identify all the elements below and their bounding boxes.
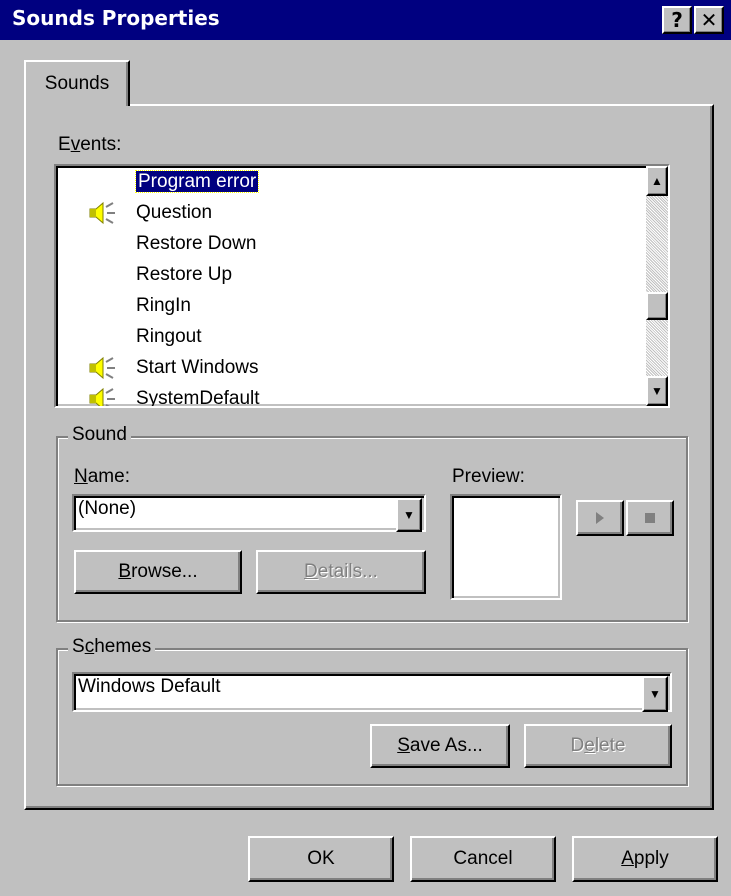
event-item[interactable]: Restore Up xyxy=(136,261,232,289)
stop-icon xyxy=(645,513,655,523)
schemes-value: Windows Default xyxy=(78,676,221,697)
event-item[interactable]: Start Windows xyxy=(89,354,259,382)
tab-sounds-label: Sounds xyxy=(44,73,110,94)
chevron-down-icon: ▼ xyxy=(403,508,415,522)
preview-label: Preview: xyxy=(452,466,525,487)
browse-button[interactable]: Browse... xyxy=(74,550,242,594)
events-scrollbar[interactable]: ▲ ▼ xyxy=(646,166,668,406)
event-item[interactable]: SystemDefault xyxy=(89,385,260,408)
event-item-label: Start Windows xyxy=(136,357,259,378)
schemes-dropdown-button[interactable]: ▼ xyxy=(642,676,668,712)
sound-group-title: Sound xyxy=(68,424,131,446)
scroll-down-icon: ▼ xyxy=(651,384,663,398)
event-item[interactable]: Ringout xyxy=(136,323,202,351)
speaker-icon xyxy=(89,387,115,406)
event-item-label: Ringout xyxy=(136,326,202,347)
delete-button[interactable]: De lete xyxy=(524,724,672,768)
close-icon: ✕ xyxy=(700,8,718,32)
event-item-label: RingIn xyxy=(136,295,191,316)
play-button[interactable] xyxy=(576,500,624,536)
event-item[interactable]: Question xyxy=(89,199,213,227)
event-item-label: Restore Up xyxy=(136,264,233,285)
cancel-button[interactable]: Cancel xyxy=(410,836,556,882)
tab-sounds[interactable]: Sounds xyxy=(24,60,130,106)
schemes-group-title: Schemes xyxy=(68,636,156,658)
speaker-icon xyxy=(89,356,115,380)
name-label: Name: xyxy=(74,466,130,487)
play-icon xyxy=(596,512,604,524)
help-button[interactable]: ? xyxy=(662,6,692,34)
name-combobox[interactable]: (None) ▼ xyxy=(72,494,426,532)
schemes-combobox[interactable]: Windows Default ▼ xyxy=(72,672,672,712)
save-as-button[interactable]: Save As... xyxy=(370,724,510,768)
close-button[interactable]: ✕ xyxy=(694,6,724,34)
preview-box xyxy=(450,494,562,600)
details-button[interactable]: Details... xyxy=(256,550,426,594)
ok-button[interactable]: OK xyxy=(248,836,394,882)
speaker-icon xyxy=(89,201,115,225)
events-list[interactable]: Program error Question Restore Down Restore… xyxy=(54,164,670,408)
stop-button[interactable] xyxy=(626,500,674,536)
window-title: Sounds Properties xyxy=(12,6,220,30)
event-item-label: Program error xyxy=(134,170,260,193)
event-item[interactable]: Restore Down xyxy=(136,230,256,258)
event-item[interactable]: Program error xyxy=(134,168,260,196)
name-value: (None) xyxy=(78,498,137,519)
event-item-label: Question xyxy=(136,202,213,223)
title-bar: Sounds Properties ? ✕ xyxy=(0,0,731,40)
event-item-label: Restore Down xyxy=(136,233,257,254)
event-item[interactable]: RingIn xyxy=(136,292,191,320)
events-label: Events: xyxy=(58,134,122,155)
apply-button[interactable]: Apply xyxy=(572,836,718,882)
scroll-down-button[interactable]: ▼ xyxy=(646,376,668,406)
scroll-thumb[interactable] xyxy=(646,292,668,320)
scroll-up-button[interactable]: ▲ xyxy=(646,166,668,196)
chevron-down-icon: ▼ xyxy=(649,687,661,701)
scroll-up-icon: ▲ xyxy=(651,174,663,188)
event-item-label: SystemDefault xyxy=(136,388,260,408)
name-dropdown-button[interactable]: ▼ xyxy=(396,498,422,532)
